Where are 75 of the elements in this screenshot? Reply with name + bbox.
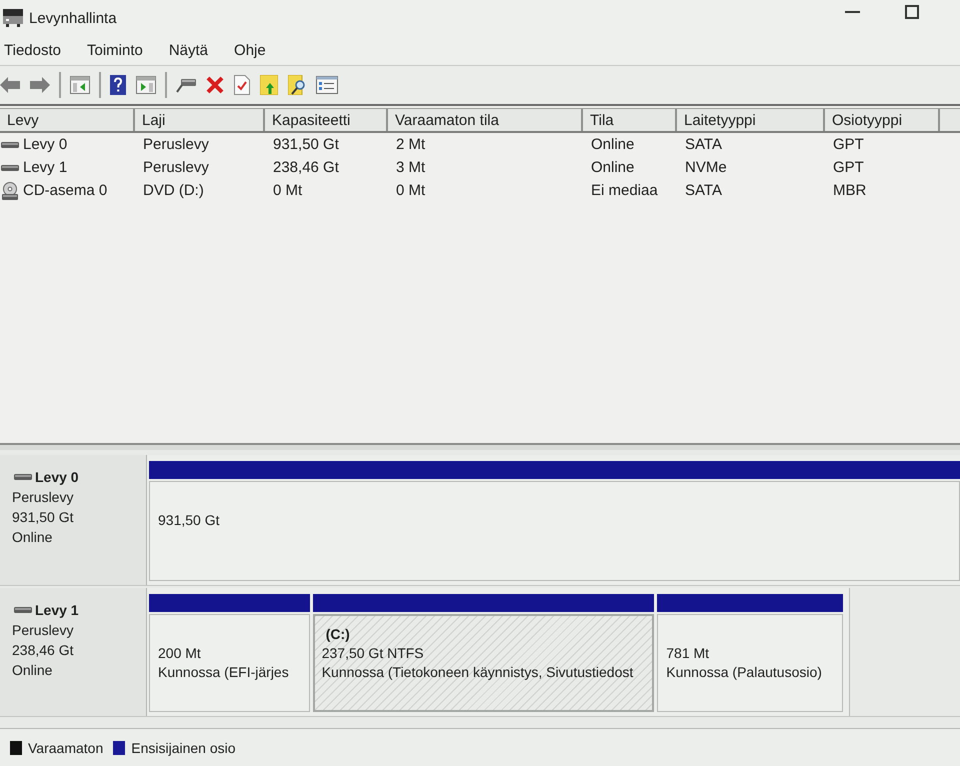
column-header[interactable]: Tila [583, 109, 677, 131]
window-title: Levynhallinta [29, 10, 117, 26]
partition-label: (C:) [324, 625, 350, 644]
drive-icon [1, 142, 19, 148]
disk-status: Online [12, 661, 52, 680]
column-header[interactable]: Varaamaton tila [388, 109, 583, 131]
partition-size: 781 Mt [666, 644, 710, 663]
column-header[interactable]: Levy [0, 109, 135, 131]
document-check-icon[interactable] [234, 75, 250, 95]
disk-size: 238,46 Gt [12, 641, 74, 660]
table-cell-text: Ei mediaa [590, 181, 659, 201]
disk-name: Levy 0 [35, 468, 79, 487]
maximize-icon[interactable] [905, 5, 919, 19]
table-cell-text: 0 Mt [272, 181, 304, 201]
delete-icon[interactable] [206, 76, 224, 94]
disk-size: 931,50 Gt [12, 508, 74, 527]
partition-size: 200 Mt [158, 644, 201, 663]
table-cell-text: Peruslevy [142, 135, 210, 155]
drive-icon [1, 164, 19, 170]
partition[interactable]: 931,50 Gt [149, 481, 960, 581]
menu-item[interactable]: Toiminto [84, 40, 145, 61]
drive-icon [14, 607, 32, 613]
menu-item[interactable]: Ohje [232, 40, 268, 61]
legend-label: Varaamaton [28, 740, 104, 756]
partition[interactable]: 781 Mt Kunnossa (Palautusosio) [657, 614, 843, 712]
help-icon[interactable] [110, 75, 126, 95]
column-header[interactable]: Osiotyyppi [825, 109, 940, 131]
drive-icon [14, 474, 32, 480]
folder-arrow-icon[interactable] [260, 75, 278, 95]
disk-name: Levy 1 [35, 601, 79, 620]
table-cell-text: 238,46 Gt [272, 158, 340, 178]
disk-type: Peruslevy [12, 621, 74, 640]
menu-item[interactable]: Tiedosto [2, 40, 63, 61]
back-icon[interactable] [0, 77, 20, 93]
menu-item[interactable]: Näytä [166, 40, 210, 61]
disk-status: Online [12, 528, 52, 547]
table-cell-text: 2 Mt [395, 135, 426, 155]
drive-connect-icon[interactable] [176, 77, 196, 93]
table-cell-text: 3 Mt [395, 158, 426, 178]
partition-size: 931,50 Gt [158, 511, 220, 530]
partition-status: Kunnossa (EFI-järjes [158, 663, 289, 682]
column-header[interactable]: Laji [135, 109, 265, 131]
disk-type: Peruslevy [12, 488, 74, 507]
disk-info-panel[interactable]: Levy 1 Peruslevy 238,46 Gt Online [0, 588, 147, 716]
table-cell-text: GPT [832, 135, 865, 155]
partition[interactable]: 200 Mt Kunnossa (EFI-järjes [149, 614, 310, 712]
table-cell-text: MBR [832, 181, 868, 201]
partition-size: 237,50 Gt NTFS [322, 644, 424, 663]
pane-splitter[interactable] [0, 443, 960, 450]
legend-label: Ensisijainen osio [131, 740, 236, 756]
window-pane-icon[interactable] [70, 76, 90, 94]
partition[interactable]: (C:) 237,50 Gt NTFS Kunnossa (Tietokoneen käynnistys, Sivutustiedost [312, 614, 654, 712]
disk-name[interactable]: Levy 1 [23, 159, 68, 176]
table-cell-text: Online [590, 135, 636, 155]
table-cell-text: Peruslevy [142, 158, 210, 178]
table-cell-text: DVD (D:) [142, 181, 205, 201]
column-header[interactable]: Kapasiteetti [265, 109, 388, 131]
table-cell-text: NVMe [684, 158, 728, 178]
forward-icon[interactable] [30, 77, 50, 93]
partition-status: Kunnossa (Tietokoneen käynnistys, Sivutustiedost [322, 663, 634, 682]
table-cell-text: 931,50 Gt [272, 135, 340, 155]
window-pane-icon[interactable] [136, 76, 156, 94]
disk-name[interactable]: Levy 0 [23, 136, 68, 153]
partition-status: Kunnossa (Palautusosio) [666, 663, 822, 682]
table-cell-text: Online [590, 158, 636, 178]
table-cell-text: 0 Mt [395, 181, 426, 201]
drive-icon [3, 9, 23, 27]
disk-name[interactable]: CD-asema 0 [23, 182, 108, 199]
folder-search-icon[interactable] [288, 75, 306, 95]
table-cell-text: SATA [684, 181, 723, 201]
table-cell-text: SATA [684, 135, 723, 155]
disk-info-panel[interactable]: Levy 0 Peruslevy 931,50 Gt Online [0, 455, 147, 585]
table-cell-text: GPT [832, 158, 865, 178]
properties-icon[interactable] [316, 76, 338, 94]
column-header[interactable]: Laitetyyppi [677, 109, 825, 131]
